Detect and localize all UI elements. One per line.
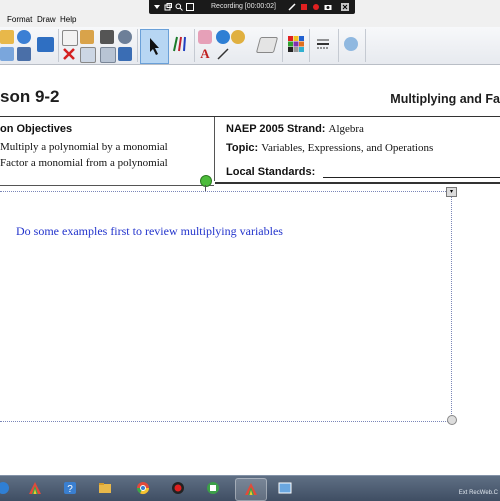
record-app-icon	[207, 482, 219, 494]
folder-icon	[99, 483, 111, 493]
notebook-app-icon	[245, 483, 257, 495]
table-icon[interactable]	[118, 47, 132, 61]
objective-item: Factor a monomial from a polynomial	[0, 157, 168, 169]
note-text[interactable]: Do some examples first to review multipl…	[16, 224, 283, 239]
toolbar-separator	[309, 29, 310, 62]
menu-format[interactable]: Format	[7, 15, 32, 24]
recording-status: Recording [00:00:02]	[211, 3, 276, 10]
taskbar-app-desktop[interactable]	[270, 478, 300, 499]
resize-handle[interactable]	[447, 415, 457, 425]
desktop-icon	[278, 482, 292, 494]
fill-icon[interactable]	[216, 30, 230, 44]
fullscreen-icon[interactable]	[186, 3, 194, 11]
line-style-icon[interactable]	[316, 37, 330, 51]
toolbar-separator	[194, 29, 195, 62]
page-icon[interactable]	[80, 30, 94, 44]
smart-notebook-icon	[29, 482, 41, 494]
settings-icon[interactable]	[100, 30, 114, 44]
stop-record-icon[interactable]	[300, 3, 308, 11]
zoom-icon[interactable]	[175, 3, 183, 11]
toolbar-separator	[338, 29, 339, 62]
toolbar-separator	[282, 29, 283, 62]
header-rule	[0, 116, 500, 117]
taskbar-app-help[interactable]: ?	[55, 478, 85, 499]
start-icon	[0, 482, 9, 494]
lesson-title: son 9-2	[0, 87, 60, 106]
fill-icon[interactable]	[231, 30, 245, 44]
record-icon[interactable]	[312, 3, 320, 11]
lesson-topic-title: Multiplying and Fa	[390, 92, 500, 106]
svg-text:?: ?	[67, 484, 73, 495]
taskbar-app-record[interactable]	[198, 478, 228, 499]
properties-icon[interactable]	[344, 37, 358, 51]
naep-value: Algebra	[328, 123, 364, 135]
open-icon[interactable]	[0, 30, 14, 44]
camera-icon[interactable]	[324, 3, 332, 11]
menu-help[interactable]: Help	[60, 15, 76, 24]
undo-icon[interactable]	[17, 30, 31, 44]
select-arrow-icon[interactable]	[140, 29, 169, 64]
local-standards-line	[323, 177, 500, 178]
objectives-heading: on Objectives	[0, 123, 73, 135]
settings-icon[interactable]	[118, 30, 132, 44]
naep-strand: NAEP 2005 Strand: Algebra	[226, 123, 364, 135]
objectives-rule	[0, 185, 214, 186]
rotate-handle[interactable]	[200, 175, 212, 187]
local-standards-label: Local Standards:	[226, 166, 316, 178]
restore-icon[interactable]	[164, 3, 172, 11]
table-icon[interactable]	[80, 47, 96, 63]
dropdown-icon[interactable]	[153, 3, 161, 11]
topic-line: Topic: Variables, Expressions, and Opera…	[226, 142, 433, 154]
pens-icon[interactable]	[170, 35, 190, 53]
taskbar: ? Ext RecWeb.C	[0, 475, 500, 501]
objective-item: Multiply a polynomial by a monomial	[0, 141, 168, 153]
taskbar-app-notebook-active[interactable]	[235, 478, 267, 501]
eraser-icon[interactable]	[255, 37, 279, 53]
standards-rule	[215, 182, 500, 184]
table-icon[interactable]	[100, 47, 116, 63]
screen-icon[interactable]	[37, 37, 54, 52]
notebook-page[interactable]: son 9-2 Multiplying and Fa on Objectives…	[0, 65, 500, 475]
eraser-icon[interactable]	[198, 30, 212, 44]
start-button[interactable]	[0, 478, 12, 499]
color-palette-icon[interactable]	[288, 36, 304, 52]
recording-bar: Recording [00:00:02]	[149, 0, 355, 14]
pen-icon[interactable]	[288, 3, 296, 11]
redo-icon[interactable]	[0, 47, 14, 61]
media-icon	[172, 482, 184, 494]
help-icon: ?	[64, 482, 76, 495]
close-icon[interactable]	[341, 3, 349, 11]
topic-label: Topic:	[226, 142, 259, 154]
taskbar-app-media[interactable]	[163, 478, 193, 499]
toolbar-separator	[365, 29, 366, 62]
menu-draw[interactable]: Draw	[37, 15, 56, 24]
text-icon[interactable]: A	[198, 47, 212, 61]
recorder-watermark: Ext RecWeb.C	[458, 490, 498, 496]
toolbar: A	[0, 27, 500, 65]
taskbar-app-chrome[interactable]	[128, 478, 158, 499]
page-icon[interactable]	[62, 30, 78, 46]
toolbar-separator	[58, 29, 59, 62]
screen-icon[interactable]	[17, 47, 31, 61]
topic-value: Variables, Expressions, and Operations	[261, 142, 434, 154]
line-icon[interactable]	[216, 47, 230, 61]
chrome-icon	[137, 482, 149, 495]
column-divider	[214, 117, 215, 181]
taskbar-app-folder[interactable]	[90, 478, 120, 499]
naep-label: NAEP 2005 Strand:	[226, 123, 326, 135]
object-menu-button[interactable]: ▾	[446, 187, 457, 197]
delete-icon[interactable]	[62, 47, 76, 61]
toolbar-separator	[137, 29, 138, 62]
taskbar-app-smart-notebook[interactable]	[20, 478, 50, 499]
